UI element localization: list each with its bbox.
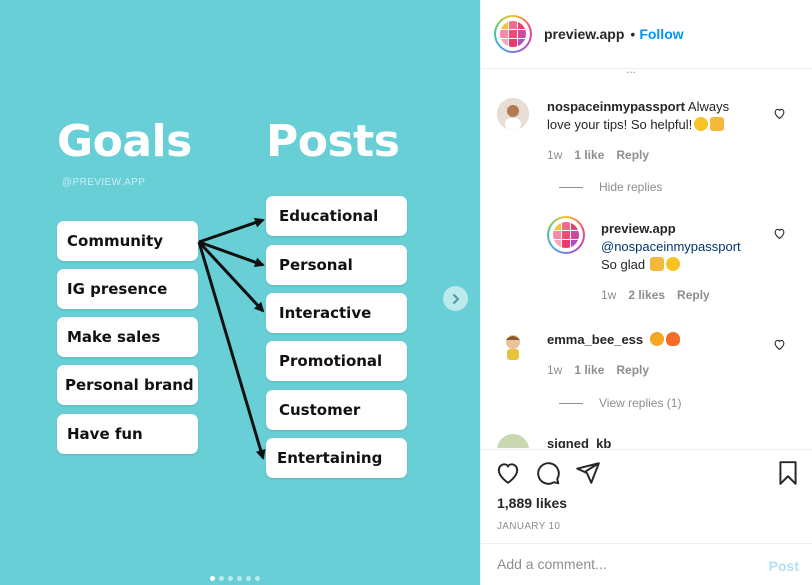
post-media: Goals Posts @PREVIEW.APP Community IG pr…	[0, 0, 480, 585]
reply-button[interactable]: Reply	[616, 363, 649, 377]
comment-meta: 1w 2 likes Reply	[601, 288, 710, 302]
avatar[interactable]	[497, 98, 529, 130]
preview-logo-icon	[500, 21, 526, 47]
comment-username[interactable]: signed_kb	[547, 436, 611, 448]
comments-list[interactable]: ... nospaceinmypassport Always love your…	[481, 70, 812, 448]
comment-text: emma_bee_ess	[547, 331, 681, 349]
reply-button[interactable]: Reply	[677, 288, 710, 302]
comment-likes[interactable]: 1 like	[574, 148, 604, 162]
like-comment-icon[interactable]	[773, 338, 786, 351]
connector-arrows	[197, 217, 266, 460]
slide-indicator	[210, 576, 260, 581]
like-comment-icon[interactable]	[773, 227, 786, 240]
slide-dot	[219, 576, 224, 581]
slide-dot	[246, 576, 251, 581]
view-replies-button[interactable]: View replies (1)	[559, 396, 681, 410]
cut-off-text: ...	[626, 70, 636, 76]
post-header: preview.app • Follow	[481, 0, 812, 69]
comment-time: 1w	[601, 288, 617, 302]
reply-text: preview.app @nospaceinmypassport So glad	[601, 220, 761, 274]
reply-button[interactable]: Reply	[616, 148, 649, 162]
comment-username[interactable]: emma_bee_ess	[547, 332, 643, 347]
post-actions: 1,889 likes JANUARY 10	[481, 449, 812, 545]
author-username[interactable]: preview.app	[544, 26, 624, 42]
avatar[interactable]	[494, 15, 532, 53]
comment-time: 1w	[547, 363, 563, 377]
hide-replies-label: Hide replies	[599, 180, 663, 194]
follow-button[interactable]: Follow	[639, 26, 683, 42]
winking-face-icon	[666, 257, 681, 271]
chevron-right-icon	[452, 293, 459, 304]
mention-link[interactable]: @nospaceinmypassport	[601, 239, 741, 254]
like-comment-icon[interactable]	[773, 107, 786, 120]
avatar[interactable]	[547, 216, 585, 254]
comment-meta: 1w 1 like Reply	[547, 148, 649, 162]
comment-body: So glad	[601, 257, 646, 272]
next-slide-button[interactable]	[443, 286, 468, 311]
comment-username[interactable]: nospaceinmypassport	[547, 99, 685, 114]
share-icon[interactable]	[575, 460, 601, 486]
post-comment-button[interactable]: Post	[769, 558, 799, 574]
preview-logo-icon	[553, 222, 579, 248]
comment-likes[interactable]: 1 like	[574, 363, 604, 377]
slide-dot	[210, 576, 215, 581]
likes-count[interactable]: 1,889 likes	[497, 495, 567, 511]
smiling-face-icon	[694, 117, 709, 131]
view-replies-label: View replies (1)	[599, 396, 682, 410]
separator-dot: •	[630, 26, 636, 42]
comment-meta: 1w 1 like Reply	[547, 363, 649, 377]
add-comment-bar: Post	[481, 543, 812, 585]
raising-hands-icon	[650, 257, 665, 271]
comment-text: signed_kb	[547, 435, 611, 448]
comment-text: nospaceinmypassport Always love your tip…	[547, 98, 747, 134]
slide-dot	[255, 576, 260, 581]
like-icon[interactable]	[495, 460, 521, 486]
hide-replies-button[interactable]: Hide replies	[559, 180, 662, 194]
save-icon[interactable]	[775, 460, 801, 486]
post-sidebar: preview.app • Follow ... nospaceinmypass…	[480, 0, 812, 585]
slide-dot	[237, 576, 242, 581]
comment-likes[interactable]: 2 likes	[628, 288, 665, 302]
avatar[interactable]	[497, 434, 529, 448]
comment-time: 1w	[547, 148, 563, 162]
heart-eyes-icon	[650, 332, 665, 346]
comment-icon[interactable]	[535, 460, 561, 486]
slide-dot	[228, 576, 233, 581]
raising-hands-icon	[710, 117, 725, 131]
avatar[interactable]	[497, 330, 529, 362]
post-date: JANUARY 10	[497, 521, 561, 532]
comment-username[interactable]: preview.app	[601, 221, 676, 236]
fire-icon	[666, 332, 681, 346]
comment-input[interactable]	[497, 556, 747, 572]
